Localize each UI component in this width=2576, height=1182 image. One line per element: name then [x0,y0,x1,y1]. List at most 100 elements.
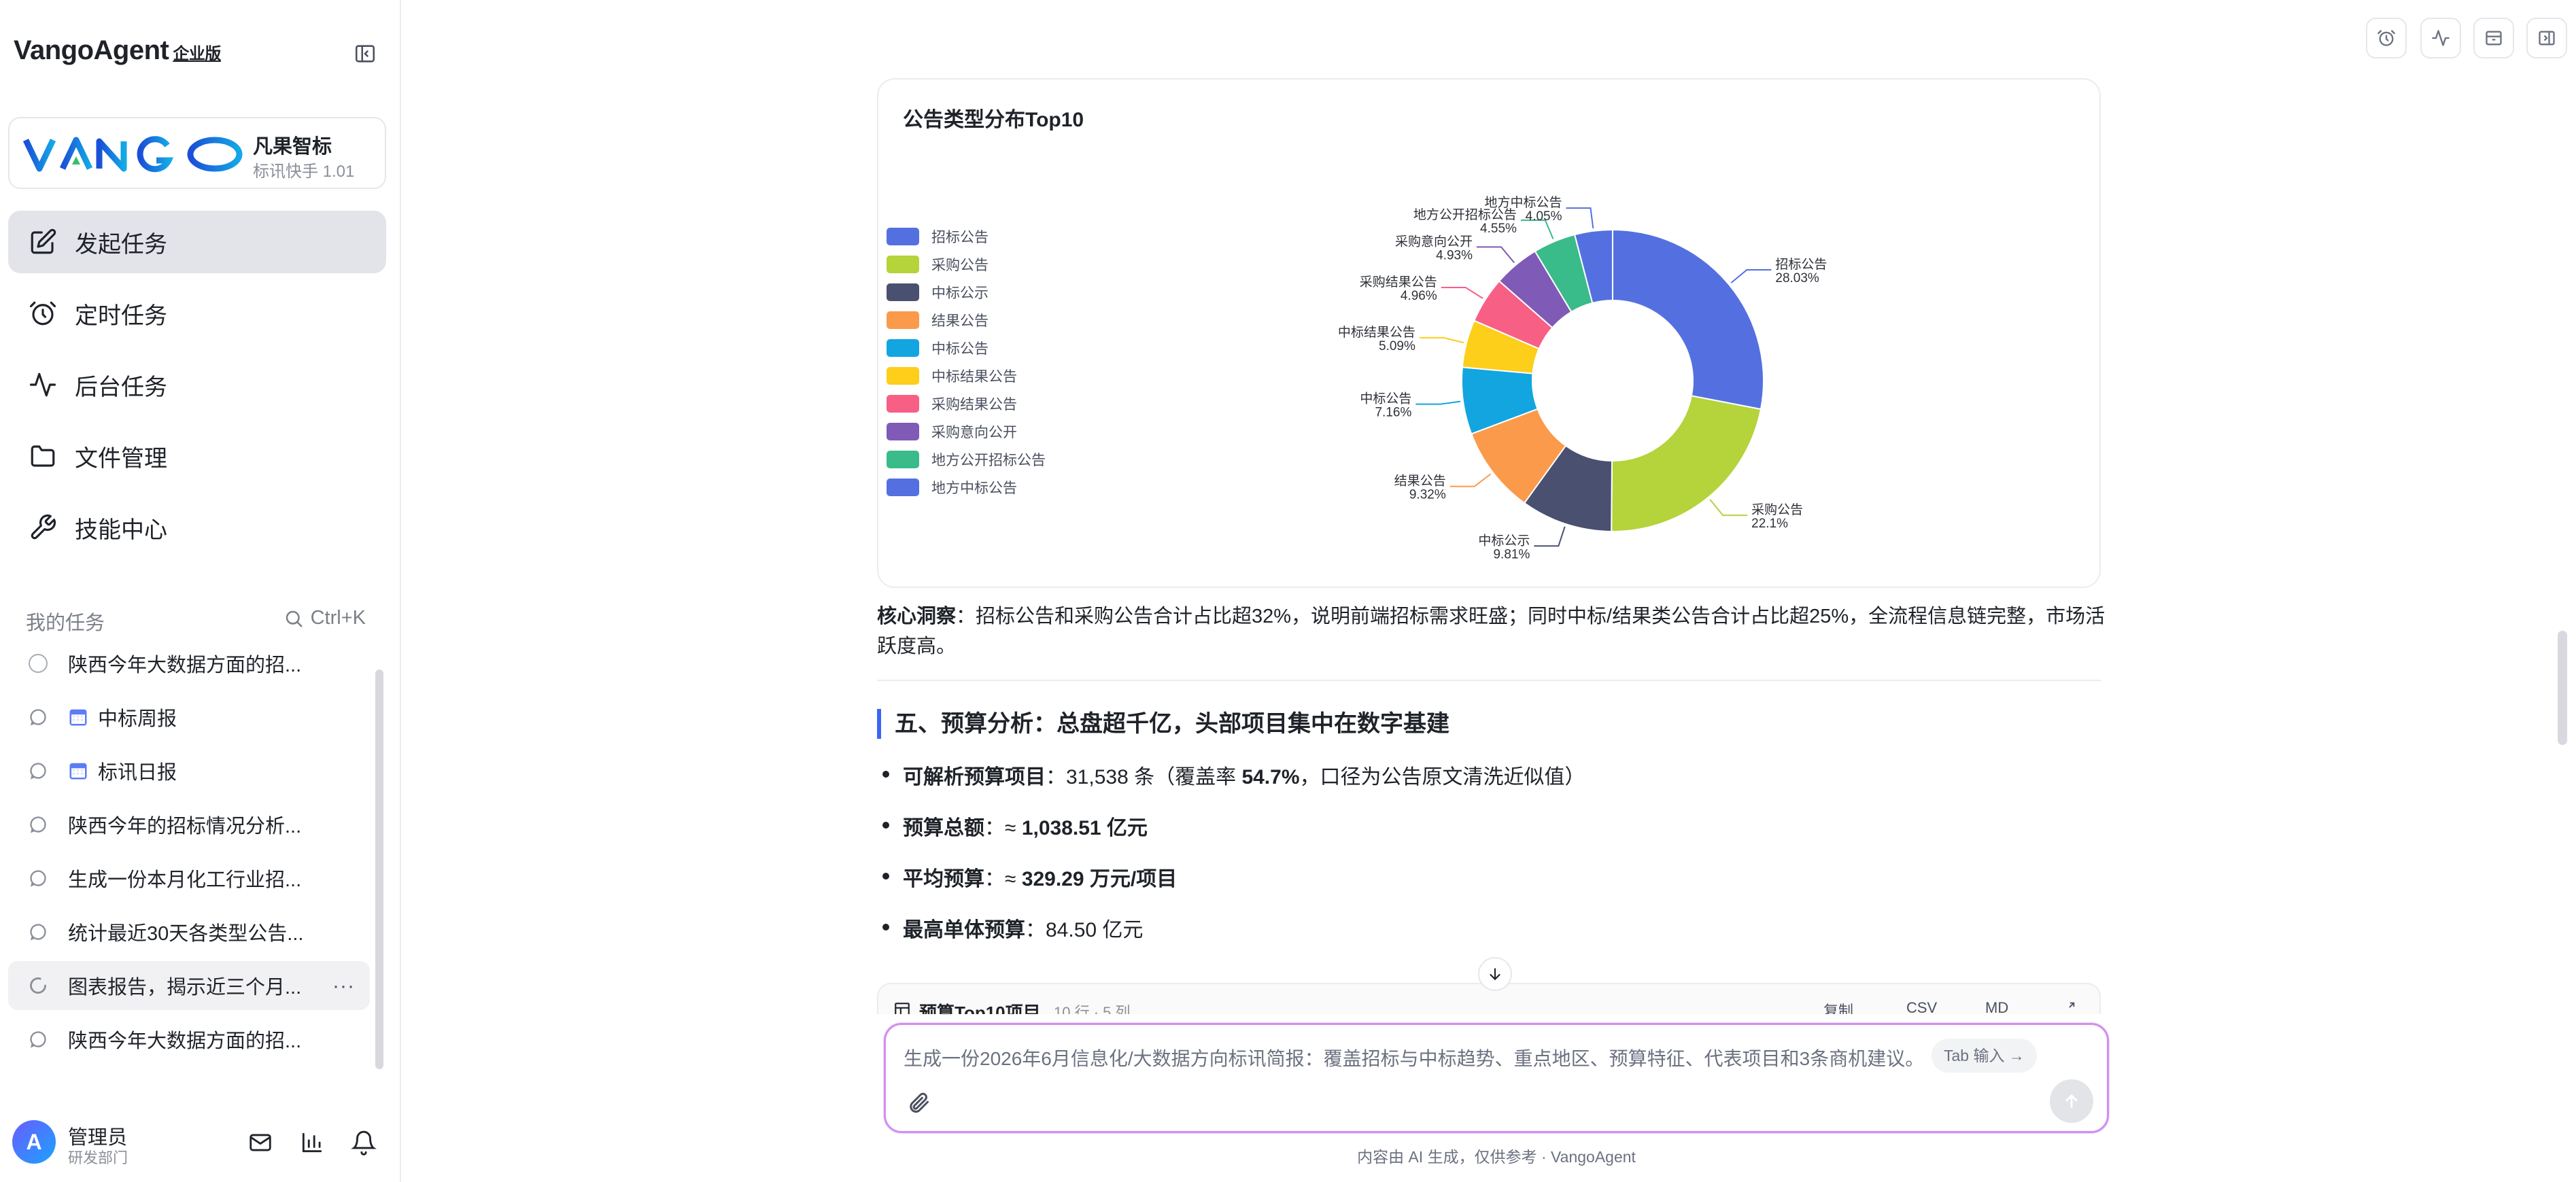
tasks-header: 我的任务 Ctrl+K [26,607,366,634]
bar-chart-icon[interactable] [299,1130,325,1155]
org-card[interactable]: 凡果智标 标讯快手 1.01 [8,117,386,189]
bullet-text: ：31,538 条（覆盖率 [1046,766,1242,788]
bullet-text: ：84.50 亿元 [1025,919,1144,941]
paperclip-icon[interactable] [906,1090,931,1115]
nav-item-background-tasks[interactable]: 后台任务 [8,353,386,416]
bullet-item: 可解析预算项目：31,538 条（覆盖率 54.7%，口径为公告原文清洗近似值） [882,760,1585,811]
task-label: 陕西今年的招标情况分析... [68,816,302,837]
label-leader-line [1419,336,1464,344]
search-shortcut: Ctrl+K [310,607,366,629]
pie-slice[interactable] [1612,228,1764,411]
scroll-down-button[interactable] [1478,957,1512,991]
pie-slice[interactable] [1611,395,1762,532]
sidebar-collapse-icon[interactable] [354,42,377,65]
arrow-down-icon [1490,968,1500,981]
slice-percent: 28.03% [1775,271,1819,285]
chat-bubble-icon [30,763,46,780]
slice-percent: 9.32% [1409,488,1446,502]
task-label: 陕西今年大数据方面的招... [68,655,302,676]
label-leader-line [1415,400,1461,405]
bullet-emphasis: 54.7% [1241,766,1300,788]
budget-bullets: 可解析预算项目：31,538 条（覆盖率 54.7%，口径为公告原文清洗近似值）… [882,760,1585,964]
insight-paragraph: 核心洞察：招标公告和采购公告合计占比超32%，说明前端招标需求旺盛；同时中标/结… [877,602,2108,661]
main-scrollbar[interactable] [2558,631,2567,745]
csv-button[interactable]: CSV [1906,999,1937,1014]
alarm-clock-icon [29,301,56,326]
nav-item-scheduled-tasks[interactable]: 定时任务 [8,282,386,345]
slice-percent: 5.09% [1379,339,1415,353]
slice-percent: 4.96% [1401,289,1437,303]
bullet-text: ：≈ [984,868,1022,890]
nav-item-skill-center[interactable]: 技能中心 [8,496,386,559]
slice-percent: 4.05% [1526,209,1562,224]
nav-item-new-task[interactable]: 发起任务 [8,211,386,273]
circle-icon [29,654,48,673]
task-label: 标讯日报 [98,762,177,784]
chat-bubble-icon [30,1031,46,1048]
search-icon [286,610,303,627]
bell-icon[interactable] [351,1130,377,1155]
section-title: 五、预算分析：总盘超千亿，头部项目集中在数字基建 [877,709,1449,739]
arrow-up-icon [2065,1094,2078,1108]
bullet-emphasis: 329.29 万元/项目 [1021,868,1178,890]
task-label: 图表报告，揭示近三个月... [68,977,302,998]
task-search-button[interactable]: Ctrl+K [284,607,366,629]
panel-icon [2539,31,2555,46]
expand-icon[interactable] [2061,1001,2076,1014]
toolbar-activity-button[interactable] [2420,18,2461,58]
task-item-active[interactable]: 图表报告，揭示近三个月... ··· [8,961,370,1010]
toolbar-archive-button[interactable] [2473,18,2514,58]
folder-icon [31,445,55,467]
toolbar-alarm-button[interactable] [2366,18,2407,58]
tab-complete-hint[interactable]: Tab 输入 → [1931,1039,2037,1073]
slice-label: 招标公告 [1775,257,1827,272]
more-options-icon[interactable]: ··· [332,975,355,998]
app-name: VangoAgent [14,35,169,65]
alarm-clock-icon [2377,30,2395,46]
mail-icon[interactable] [247,1130,273,1155]
bullet-label: 预算总额 [903,817,984,839]
task-item[interactable]: 陕西今年大数据方面的招... [8,639,370,688]
nav-label: 后台任务 [75,374,167,400]
bullet-label: 可解析预算项目 [903,766,1046,788]
toolbar-panel-button[interactable] [2526,18,2567,58]
slice-label: 采购结果公告 [1360,275,1437,290]
label-leader-line [1441,286,1483,299]
sidebar-scrollbar[interactable] [375,670,383,1069]
prompt-composer[interactable]: 生成一份2026年6月信息化/大数据方向标讯简报：覆盖招标与中标趋势、重点地区、… [884,1023,2109,1133]
task-item[interactable]: 生成一份本月化工行业招... [8,854,370,903]
activity-icon [29,372,56,397]
tasks-header-label: 我的任务 [26,612,105,634]
task-item[interactable]: 统计最近30天各类型公告... [8,907,370,956]
ai-disclaimer: 内容由 AI 生成，仅供参考 · VangoAgent [1357,1148,1636,1166]
divider [877,680,2101,681]
donut-chart: 招标公告28.03% 采购公告22.1% 中标公示9.81% 结果公告9.32% 中标公… [1338,195,1827,561]
nav-item-file-management[interactable]: 文件管理 [8,425,386,487]
task-label: 统计最近30天各类型公告... [68,923,304,945]
task-item[interactable]: 中标周报 [8,693,370,742]
chart-card: 公告类型分布Top10 招标公告 采购公告 中标公示 结果公告 中标公告 中标结果公告 采购… [877,78,2101,588]
task-item[interactable]: 陕西今年的招标情况分析... [8,800,370,849]
bullet-item: 最高单体预算：84.50 亿元 [882,913,1585,964]
send-button[interactable] [2050,1079,2093,1123]
label-leader-line [1449,473,1492,487]
task-item[interactable]: 标讯日报 [8,746,370,795]
avatar[interactable]: A [12,1120,56,1164]
task-item[interactable]: 陕西今年大数据方面的招... [8,1015,370,1064]
slice-label: 结果公告 [1394,474,1446,489]
slice-percent: 7.16% [1375,406,1411,420]
app-edition: 企业版 [173,45,221,63]
copy-button[interactable]: 复制 [1823,999,1853,1014]
chat-bubble-icon [30,870,46,887]
label-leader-line [1566,207,1594,228]
prompt-text[interactable]: 生成一份2026年6月信息化/大数据方向标讯简报：覆盖招标与中标趋势、重点地区、… [904,1044,1924,1071]
task-list: 陕西今年大数据方面的招... 中标周报 标讯日报 陕西今年的招标情况分析... … [8,639,370,1068]
slice-percent: 4.55% [1480,222,1517,236]
task-label: 陕西今年大数据方面的招... [68,1030,302,1052]
md-button[interactable]: MD [1985,999,2008,1014]
task-label: 中标周报 [98,708,177,730]
org-subtitle: 标讯快手 1.01 [253,162,355,181]
wrench-icon [31,514,56,540]
slice-percent: 9.81% [1493,547,1530,561]
calendar-icon [69,763,87,780]
